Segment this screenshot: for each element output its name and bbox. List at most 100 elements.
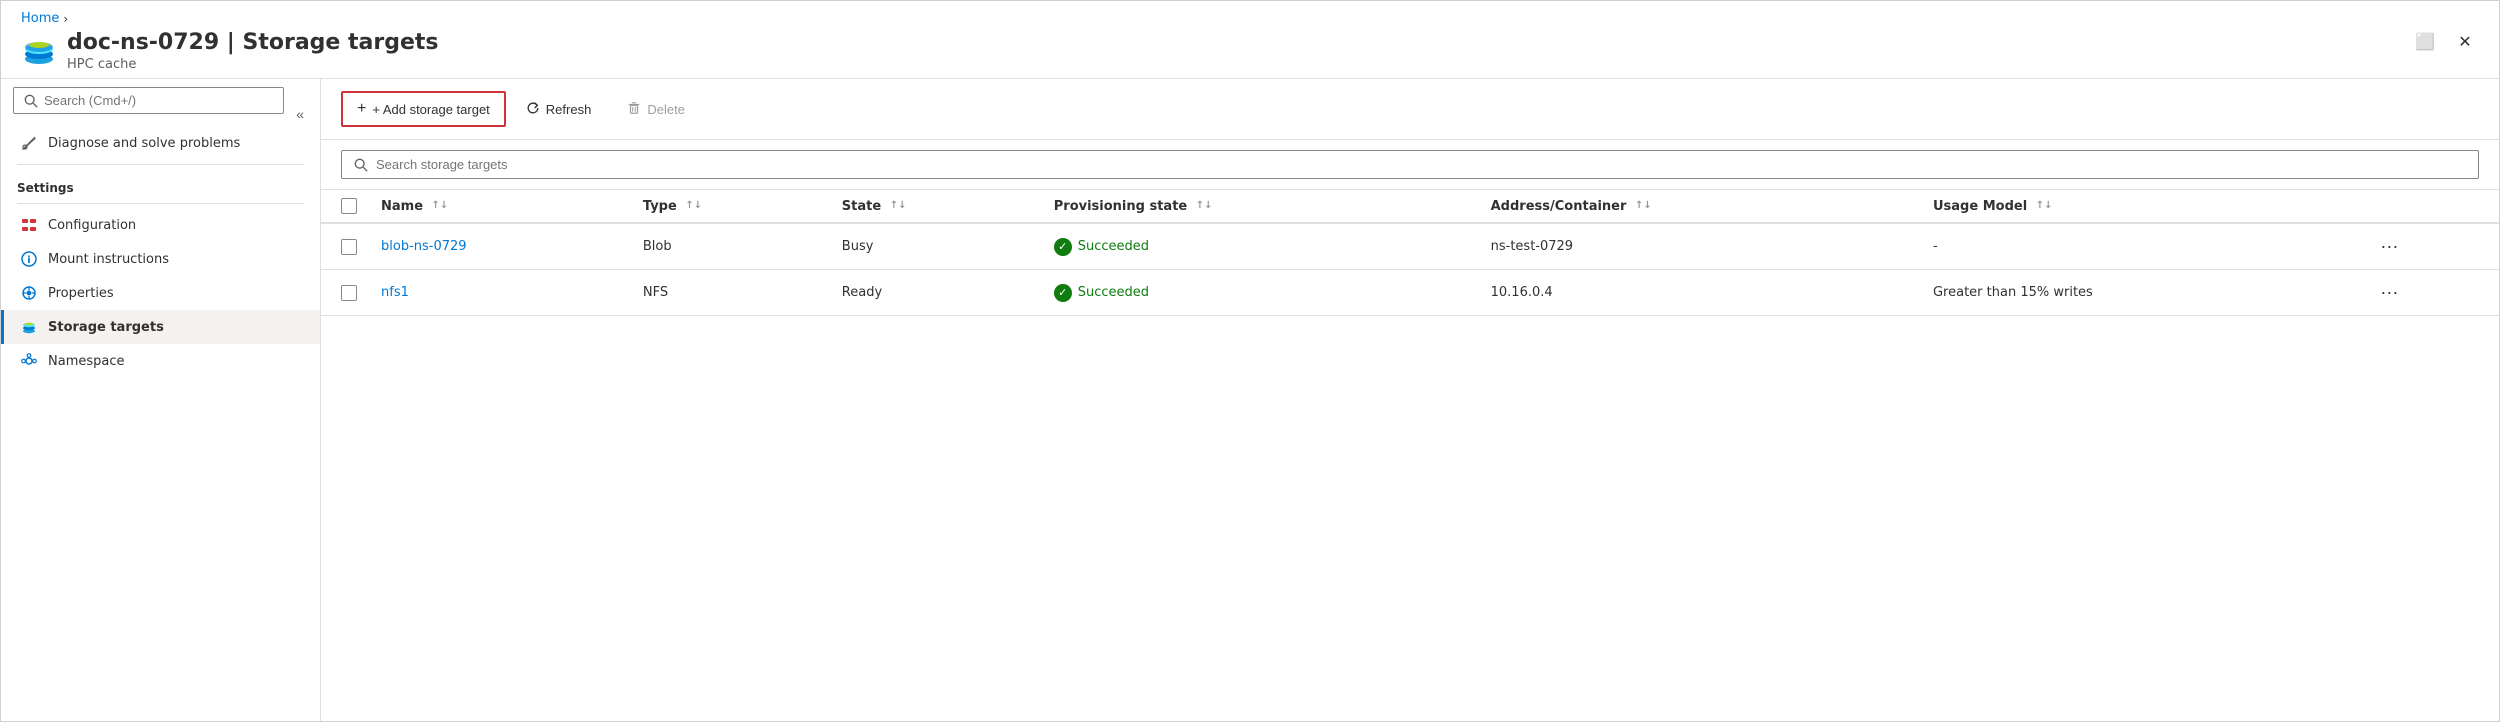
sidebar-item-storage-targets-label: Storage targets <box>48 320 164 335</box>
row2-checkbox[interactable] <box>341 285 357 301</box>
title-row: doc-ns-0729 | Storage targets HPC cache <box>21 30 439 72</box>
table-header-state[interactable]: State ↑↓ <box>830 190 1042 223</box>
info-icon: i <box>20 250 38 268</box>
refresh-icon <box>526 101 540 118</box>
namespace-icon <box>20 352 38 370</box>
titlebar: Home › doc-ns-0729 | Storage tar <box>1 1 2499 79</box>
row1-address-cell: ns-test-0729 <box>1479 223 1921 270</box>
restore-button[interactable]: ⬜ <box>2411 28 2439 56</box>
table-header-type[interactable]: Type ↑↓ <box>631 190 830 223</box>
sidebar-divider-2 <box>17 203 304 204</box>
table-header-address-container[interactable]: Address/Container ↑↓ <box>1479 190 1921 223</box>
row2-more-button[interactable]: ··· <box>2372 280 2406 305</box>
sidebar-item-storage-targets[interactable]: Storage targets <box>1 310 320 344</box>
prov-sort-icon: ↑↓ <box>1196 201 1213 211</box>
sidebar-item-diagnose[interactable]: Diagnose and solve problems <box>1 126 320 160</box>
row1-more-button[interactable]: ··· <box>2372 234 2406 259</box>
row1-status: Succeeded <box>1054 238 1467 256</box>
table-search-box[interactable] <box>341 150 2479 179</box>
row1-name-cell: blob-ns-0729 <box>369 223 631 270</box>
titlebar-right: ⬜ ✕ <box>2411 28 2479 56</box>
add-storage-target-button[interactable]: + + Add storage target <box>341 91 506 127</box>
table-row: nfs1 NFS Ready Succeeded <box>321 270 2499 316</box>
hpc-cache-icon <box>21 33 57 69</box>
table-search-icon <box>354 158 368 172</box>
add-storage-target-label: + Add storage target <box>372 102 489 117</box>
row2-status: Succeeded <box>1054 284 1467 302</box>
name-sort-icon: ↑↓ <box>432 201 449 211</box>
sidebar-item-namespace[interactable]: Namespace <box>1 344 320 378</box>
row2-usage-cell: Greater than 15% writes <box>1921 270 2360 316</box>
sidebar-item-mount-instructions[interactable]: i Mount instructions <box>1 242 320 276</box>
storage-targets-table: Name ↑↓ Type ↑↓ State ↑↓ <box>321 190 2499 316</box>
add-icon: + <box>357 100 366 118</box>
state-sort-icon: ↑↓ <box>890 201 907 211</box>
delete-button[interactable]: Delete <box>611 92 701 127</box>
page-title: doc-ns-0729 | Storage targets <box>67 30 439 55</box>
row1-status-text: Succeeded <box>1078 239 1149 254</box>
row1-name-link[interactable]: blob-ns-0729 <box>381 239 467 254</box>
main-window: Home › doc-ns-0729 | Storage tar <box>0 0 2500 722</box>
row1-usage: - <box>1933 239 1938 254</box>
row1-checkbox[interactable] <box>341 239 357 255</box>
usage-sort-icon: ↑↓ <box>2036 201 2053 211</box>
row1-provisioning-cell: Succeeded <box>1042 223 1479 270</box>
sidebar-item-mount-label: Mount instructions <box>48 252 169 267</box>
main-content: « Diagnose and solve problems Settings <box>1 79 2499 721</box>
breadcrumb-home[interactable]: Home <box>21 11 59 26</box>
title-text-group: doc-ns-0729 | Storage targets HPC cache <box>67 30 439 72</box>
sidebar-search-row: « <box>13 87 308 114</box>
table-header-actions <box>2360 190 2499 223</box>
sidebar-search-input[interactable] <box>44 93 273 108</box>
refresh-label: Refresh <box>546 102 592 117</box>
config-icon <box>20 216 38 234</box>
table-header-name[interactable]: Name ↑↓ <box>369 190 631 223</box>
delete-icon <box>627 101 641 118</box>
table-header-provisioning-state[interactable]: Provisioning state ↑↓ <box>1042 190 1479 223</box>
storage-icon <box>20 318 38 336</box>
row1-address: ns-test-0729 <box>1491 239 1573 254</box>
close-button[interactable]: ✕ <box>2451 28 2479 56</box>
row1-type-cell: Blob <box>631 223 830 270</box>
data-table: Name ↑↓ Type ↑↓ State ↑↓ <box>321 190 2499 721</box>
sidebar-item-properties[interactable]: Properties <box>1 276 320 310</box>
titlebar-left: Home › doc-ns-0729 | Storage tar <box>21 11 439 72</box>
sidebar-divider-1 <box>17 164 304 165</box>
row2-checkbox-cell <box>321 270 369 316</box>
delete-label: Delete <box>647 102 685 117</box>
breadcrumb: Home › <box>21 11 439 26</box>
sidebar-section-settings: Settings <box>1 169 320 199</box>
sidebar-search-box[interactable] <box>13 87 284 114</box>
row2-status-text: Succeeded <box>1078 285 1149 300</box>
toolbar: + + Add storage target Refresh <box>321 79 2499 140</box>
row2-provisioning-cell: Succeeded <box>1042 270 1479 316</box>
sidebar-item-namespace-label: Namespace <box>48 354 125 369</box>
sidebar-item-configuration[interactable]: Configuration <box>1 208 320 242</box>
row1-status-icon <box>1054 238 1072 256</box>
addr-sort-icon: ↑↓ <box>1635 201 1652 211</box>
row2-state: Ready <box>842 285 882 300</box>
page-subtitle: HPC cache <box>67 57 439 72</box>
row2-name-link[interactable]: nfs1 <box>381 285 409 300</box>
table-row: blob-ns-0729 Blob Busy S <box>321 223 2499 270</box>
svg-text:i: i <box>27 255 30 266</box>
refresh-button[interactable]: Refresh <box>510 92 608 127</box>
table-header-checkbox-cell <box>321 190 369 223</box>
row1-checkbox-cell <box>321 223 369 270</box>
table-search-row <box>321 140 2499 190</box>
row2-usage: Greater than 15% writes <box>1933 285 2093 300</box>
row1-usage-cell: - <box>1921 223 2360 270</box>
sidebar-item-properties-label: Properties <box>48 286 114 301</box>
table-header-usage-model[interactable]: Usage Model ↑↓ <box>1921 190 2360 223</box>
row1-state: Busy <box>842 239 874 254</box>
table-select-all-checkbox[interactable] <box>341 198 357 214</box>
row2-state-cell: Ready <box>830 270 1042 316</box>
search-icon <box>24 94 38 108</box>
table-search-input[interactable] <box>376 157 2466 172</box>
sidebar-item-configuration-label: Configuration <box>48 218 136 233</box>
row2-type-cell: NFS <box>631 270 830 316</box>
row2-address: 10.16.0.4 <box>1491 285 1553 300</box>
breadcrumb-separator: › <box>63 12 68 26</box>
type-sort-icon: ↑↓ <box>685 201 702 211</box>
sidebar-collapse-button[interactable]: « <box>292 102 308 126</box>
